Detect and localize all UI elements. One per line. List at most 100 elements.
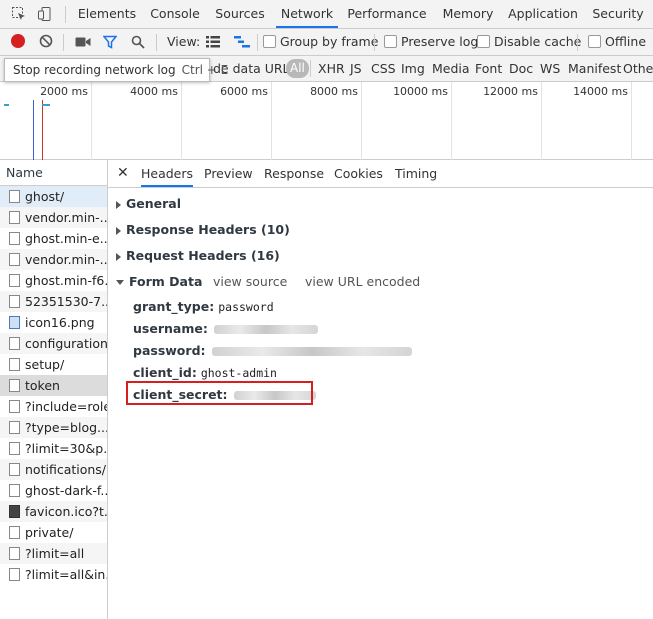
large-rows-icon[interactable]	[206, 36, 220, 51]
request-row[interactable]: ghost.min-f6...	[0, 270, 107, 291]
request-row[interactable]: token	[0, 375, 107, 396]
request-row[interactable]: ghost/	[0, 186, 107, 207]
toolbar-divider	[577, 34, 578, 51]
view-label: View:	[167, 34, 201, 49]
request-row[interactable]: vendor.min-...	[0, 249, 107, 270]
tab-response[interactable]: Response	[264, 160, 324, 187]
name-column-header[interactable]: Name	[0, 160, 107, 186]
toolbar-divider	[374, 34, 375, 51]
tab-console[interactable]: Console	[146, 0, 204, 28]
tab-application[interactable]: Application	[506, 0, 580, 28]
form-field-grant-type: grant_type: password	[133, 299, 274, 314]
document-icon	[9, 547, 20, 560]
tab-headers[interactable]: Headers	[141, 160, 194, 187]
filter-type-all[interactable]: All	[286, 59, 309, 78]
request-row[interactable]: favicon.ico?t...	[0, 501, 107, 522]
tab-performance[interactable]: Performance	[346, 0, 428, 28]
timeline-tick-label: 8000 ms	[310, 85, 358, 98]
inspect-element-icon[interactable]	[11, 6, 27, 22]
filter-type-doc[interactable]: Doc	[509, 56, 533, 81]
request-name: ?limit=all&in...	[25, 567, 107, 582]
section-form-data[interactable]: Form Data	[116, 274, 202, 289]
collapsed-triangle-icon	[116, 226, 121, 235]
request-row[interactable]: ghost.min-e...	[0, 228, 107, 249]
document-icon	[9, 463, 20, 476]
document-icon	[9, 211, 20, 224]
tooltip-shortcut: Ctrl + E	[181, 63, 229, 77]
timeline-gridline	[271, 82, 272, 160]
capture-screenshots-icon[interactable]	[75, 36, 91, 51]
view-source-link[interactable]: view source	[213, 274, 287, 289]
device-toolbar-icon[interactable]	[37, 6, 53, 22]
timeline-tick-label: 6000 ms	[220, 85, 268, 98]
request-row[interactable]: notifications/	[0, 459, 107, 480]
timeline-tick-label: 10000 ms	[393, 85, 448, 98]
request-row[interactable]: private/	[0, 522, 107, 543]
request-name: icon16.png	[25, 315, 95, 330]
document-icon	[9, 190, 20, 203]
filter-icon[interactable]	[102, 35, 118, 52]
tab-timing[interactable]: Timing	[395, 160, 437, 187]
filter-type-other[interactable]: Other	[623, 56, 653, 81]
section-request-headers[interactable]: Request Headers (16)	[116, 248, 280, 263]
section-request-headers-label: Request Headers (16)	[126, 248, 280, 263]
timeline-tick-label: 14000 ms	[573, 85, 628, 98]
filter-type-ws[interactable]: WS	[540, 56, 560, 81]
filter-type-manifest[interactable]: Manifest	[568, 56, 621, 81]
request-row[interactable]: ?type=blog...	[0, 417, 107, 438]
close-icon[interactable]: ✕	[117, 165, 129, 181]
tab-security[interactable]: Security	[588, 0, 648, 28]
request-row[interactable]: icon16.png	[0, 312, 107, 333]
request-row[interactable]: ?limit=all&in...	[0, 564, 107, 585]
filter-type-css[interactable]: CSS	[371, 56, 396, 81]
filter-type-media[interactable]: Media	[432, 56, 470, 81]
tab-network[interactable]: Network	[276, 0, 338, 28]
waterfall-overview-icon[interactable]	[234, 36, 250, 51]
request-row[interactable]: 52351530-7...	[0, 291, 107, 312]
request-row[interactable]: ?limit=all	[0, 543, 107, 564]
offline-checkbox[interactable]	[588, 35, 601, 48]
disable-cache-checkbox[interactable]	[477, 35, 490, 48]
tab-preview[interactable]: Preview	[204, 160, 253, 187]
request-name: 52351530-7...	[25, 294, 107, 309]
record-icon[interactable]	[11, 34, 25, 48]
tab-elements[interactable]: Elements	[76, 0, 138, 28]
filter-type-xhr[interactable]: XHR	[318, 56, 345, 81]
view-url-encoded-link[interactable]: view URL encoded	[305, 274, 420, 289]
preserve-log-checkbox[interactable]	[384, 35, 397, 48]
timeline-gridline	[541, 82, 542, 160]
timeline-overview[interactable]: 2000 ms 4000 ms 6000 ms 8000 ms 10000 ms…	[0, 82, 653, 160]
timeline-tick-label: 2000 ms	[40, 85, 88, 98]
tab-memory[interactable]: Memory	[436, 0, 500, 28]
form-field-password: password:	[133, 343, 412, 358]
request-row[interactable]: ghost-dark-f...	[0, 480, 107, 501]
search-icon[interactable]	[131, 35, 145, 52]
details-tabs: ✕ Headers Preview Response Cookies Timin…	[108, 160, 653, 188]
form-value: ghost-admin	[200, 366, 277, 380]
group-by-frame-checkbox[interactable]	[263, 35, 276, 48]
tab-cookies[interactable]: Cookies	[334, 160, 383, 187]
request-row[interactable]: configuration/	[0, 333, 107, 354]
request-row[interactable]: vendor.min-...	[0, 207, 107, 228]
request-row[interactable]: setup/	[0, 354, 107, 375]
section-response-headers[interactable]: Response Headers (10)	[116, 222, 290, 237]
load-event-marker	[42, 100, 43, 160]
filter-type-js[interactable]: JS	[350, 56, 362, 81]
document-icon	[9, 379, 20, 392]
tab-sources[interactable]: Sources	[212, 0, 268, 28]
section-general[interactable]: General	[116, 196, 181, 211]
form-key: client_id:	[133, 365, 197, 380]
clear-icon[interactable]	[39, 34, 53, 51]
request-name: ghost.min-f6...	[25, 273, 107, 288]
tooltip-text: Stop recording network log	[13, 63, 176, 77]
filter-type-font[interactable]: Font	[475, 56, 502, 81]
preserve-log-label: Preserve log	[401, 34, 479, 49]
timeline-tick-label: 12000 ms	[483, 85, 538, 98]
devtools-tabbar: Elements Console Sources Network Perform…	[0, 0, 653, 29]
filter-type-img[interactable]: Img	[401, 56, 425, 81]
timeline-gridline	[451, 82, 452, 160]
request-bar	[4, 104, 9, 106]
form-field-username: username:	[133, 321, 318, 336]
request-row[interactable]: ?limit=30&p...	[0, 438, 107, 459]
request-row[interactable]: ?include=roles	[0, 396, 107, 417]
